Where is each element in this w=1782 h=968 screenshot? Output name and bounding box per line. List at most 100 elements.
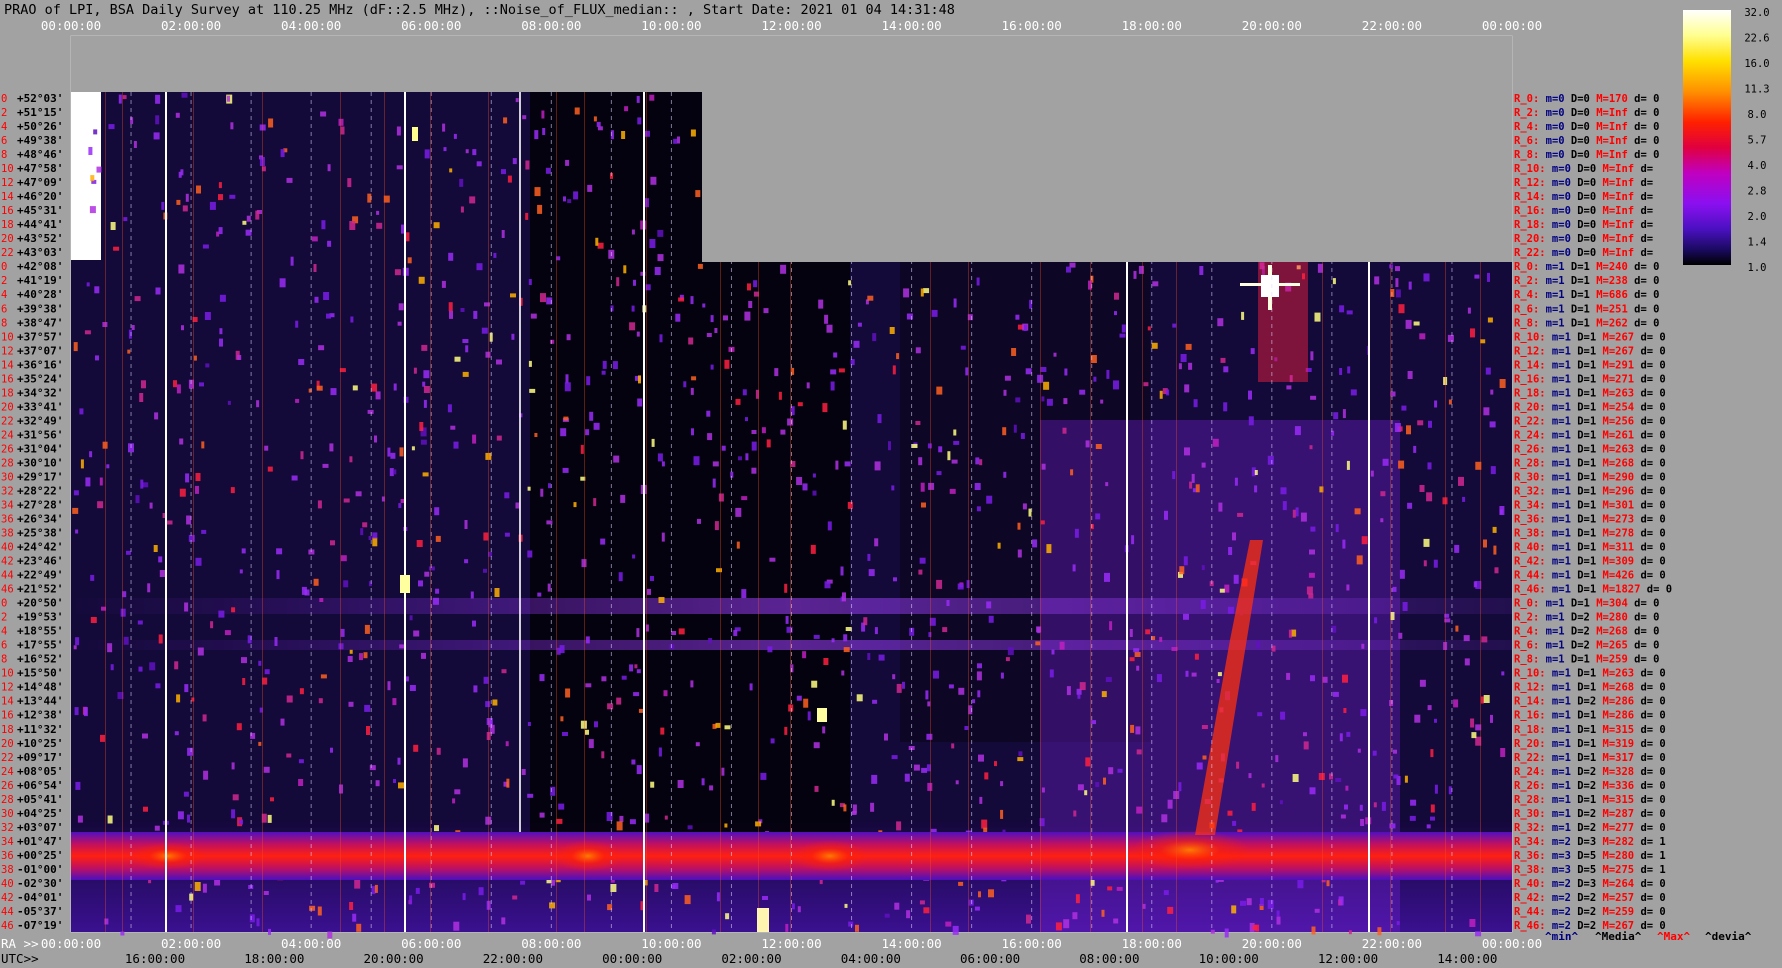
noise-speckle xyxy=(807,711,811,721)
noise-speckle xyxy=(1380,518,1384,523)
ra-tick-label: 12:00:00 xyxy=(761,936,821,951)
noise-speckle xyxy=(688,337,694,345)
declination-label: +46°20' xyxy=(17,190,63,203)
noise-speckle xyxy=(1427,705,1432,711)
noise-speckle xyxy=(1046,398,1053,406)
noise-speckle xyxy=(501,230,505,238)
noise-speckle xyxy=(818,299,824,309)
noise-speckle xyxy=(672,883,679,889)
noise-speckle xyxy=(741,589,747,599)
noise-speckle xyxy=(904,773,910,782)
noise-speckle xyxy=(512,158,517,165)
noise-speckle xyxy=(1113,918,1119,924)
noise-speckle xyxy=(134,296,141,302)
noise-speckle xyxy=(1216,679,1220,683)
row-stat-field: R_6: xyxy=(1514,135,1539,147)
noise-speckle xyxy=(893,577,897,582)
row-stat-field: D=1 xyxy=(1571,443,1596,455)
noise-speckle xyxy=(1480,696,1484,704)
noise-speckle xyxy=(710,315,714,323)
noise-speckle xyxy=(735,507,742,517)
row-stat: R_38: m=1 D=1 M=278 d= 0 xyxy=(1514,528,1666,540)
noise-speckle xyxy=(933,670,939,679)
row-index-label: 28 xyxy=(1,457,14,469)
noise-speckle xyxy=(733,630,738,637)
declination-label: +10°25' xyxy=(17,737,63,750)
noise-speckle xyxy=(393,383,397,391)
noise-speckle xyxy=(631,229,635,235)
noise-speckle xyxy=(994,761,997,767)
row-stat-field: M=296 xyxy=(1596,485,1634,497)
noise-speckle xyxy=(1106,369,1110,379)
noise-speckle xyxy=(838,368,845,373)
noise-speckle xyxy=(422,472,429,477)
noise-speckle xyxy=(847,501,853,509)
noise-speckle xyxy=(852,804,857,814)
noise-speckle xyxy=(100,734,105,742)
noise-speckle xyxy=(1167,906,1174,914)
row-index-label: 22 xyxy=(1,752,14,764)
row-stat-field: D=1 xyxy=(1571,415,1596,427)
noise-speckle xyxy=(958,687,965,695)
noise-speckle xyxy=(802,483,808,491)
noise-speckle xyxy=(1200,600,1206,609)
noise-speckle xyxy=(409,685,416,691)
row-index-label: 14 xyxy=(1,696,14,708)
row-stat-field: M=259 xyxy=(1596,906,1634,918)
noise-speckle xyxy=(1000,672,1004,679)
row-stat-field: M=263 xyxy=(1596,668,1634,680)
noise-speckle xyxy=(896,683,902,693)
noise-speckle xyxy=(936,579,943,589)
noise-speckle xyxy=(153,132,160,140)
declination-label: +14°48' xyxy=(17,681,63,694)
noise-speckle xyxy=(601,676,607,682)
row-stat-field: M=286 xyxy=(1596,696,1634,708)
row-stat-field: R_22: xyxy=(1514,247,1546,259)
row-stat-field: m=1 xyxy=(1546,373,1571,385)
noise-speckle xyxy=(762,896,768,900)
noise-speckle xyxy=(327,240,332,247)
noise-speckle xyxy=(340,555,347,562)
noise-speckle xyxy=(1430,816,1435,821)
noise-speckle xyxy=(496,359,502,365)
noise-speckle xyxy=(298,359,305,365)
noise-speckle xyxy=(1295,507,1299,517)
row-stat-field: D=1 xyxy=(1571,528,1596,540)
noise-speckle xyxy=(981,819,988,829)
row-stat-field: D=2 xyxy=(1571,696,1596,708)
noise-speckle xyxy=(279,278,286,288)
noise-speckle xyxy=(911,444,918,448)
noise-speckle xyxy=(448,302,453,312)
noise-speckle xyxy=(428,566,435,571)
noise-speckle xyxy=(187,747,194,756)
noise-speckle xyxy=(1499,509,1503,515)
row-stat-field: M=315 xyxy=(1596,794,1634,806)
noise-speckle xyxy=(1426,492,1433,502)
colorbar-tick-label: 22.6 xyxy=(1744,33,1769,45)
noise-speckle xyxy=(675,313,681,322)
rfi-streak xyxy=(584,92,585,932)
row-stat: R_14: m=0 D=0 M=Inf d= xyxy=(1514,191,1653,203)
noise-speckle xyxy=(527,550,533,558)
noise-speckle xyxy=(1241,311,1245,320)
row-stat-field: M=319 xyxy=(1596,738,1634,750)
noise-speckle xyxy=(472,149,477,156)
noise-speckle xyxy=(510,293,516,298)
noise-speckle xyxy=(176,384,181,394)
noise-speckle xyxy=(1470,718,1475,728)
utc-tick-label: 22:00:00 xyxy=(483,951,543,966)
row-stat: R_2: m=1 D=1 M=238 d= 0 xyxy=(1514,275,1659,287)
noise-speckle xyxy=(853,340,860,348)
noise-speckle xyxy=(725,913,730,920)
noise-speckle xyxy=(806,382,810,389)
noise-speckle xyxy=(1025,368,1032,375)
noise-speckle xyxy=(256,400,260,408)
noise-speckle xyxy=(224,630,231,636)
noise-speckle xyxy=(298,759,304,764)
noise-speckle xyxy=(649,94,655,101)
noise-speckle xyxy=(372,537,378,547)
row-stat: R_34: m=2 D=3 M=282 d= 1 xyxy=(1514,836,1666,848)
row-stat-field: m=1 xyxy=(1539,612,1564,624)
declination-label: +29°17' xyxy=(17,470,63,483)
noise-speckle xyxy=(678,628,685,635)
